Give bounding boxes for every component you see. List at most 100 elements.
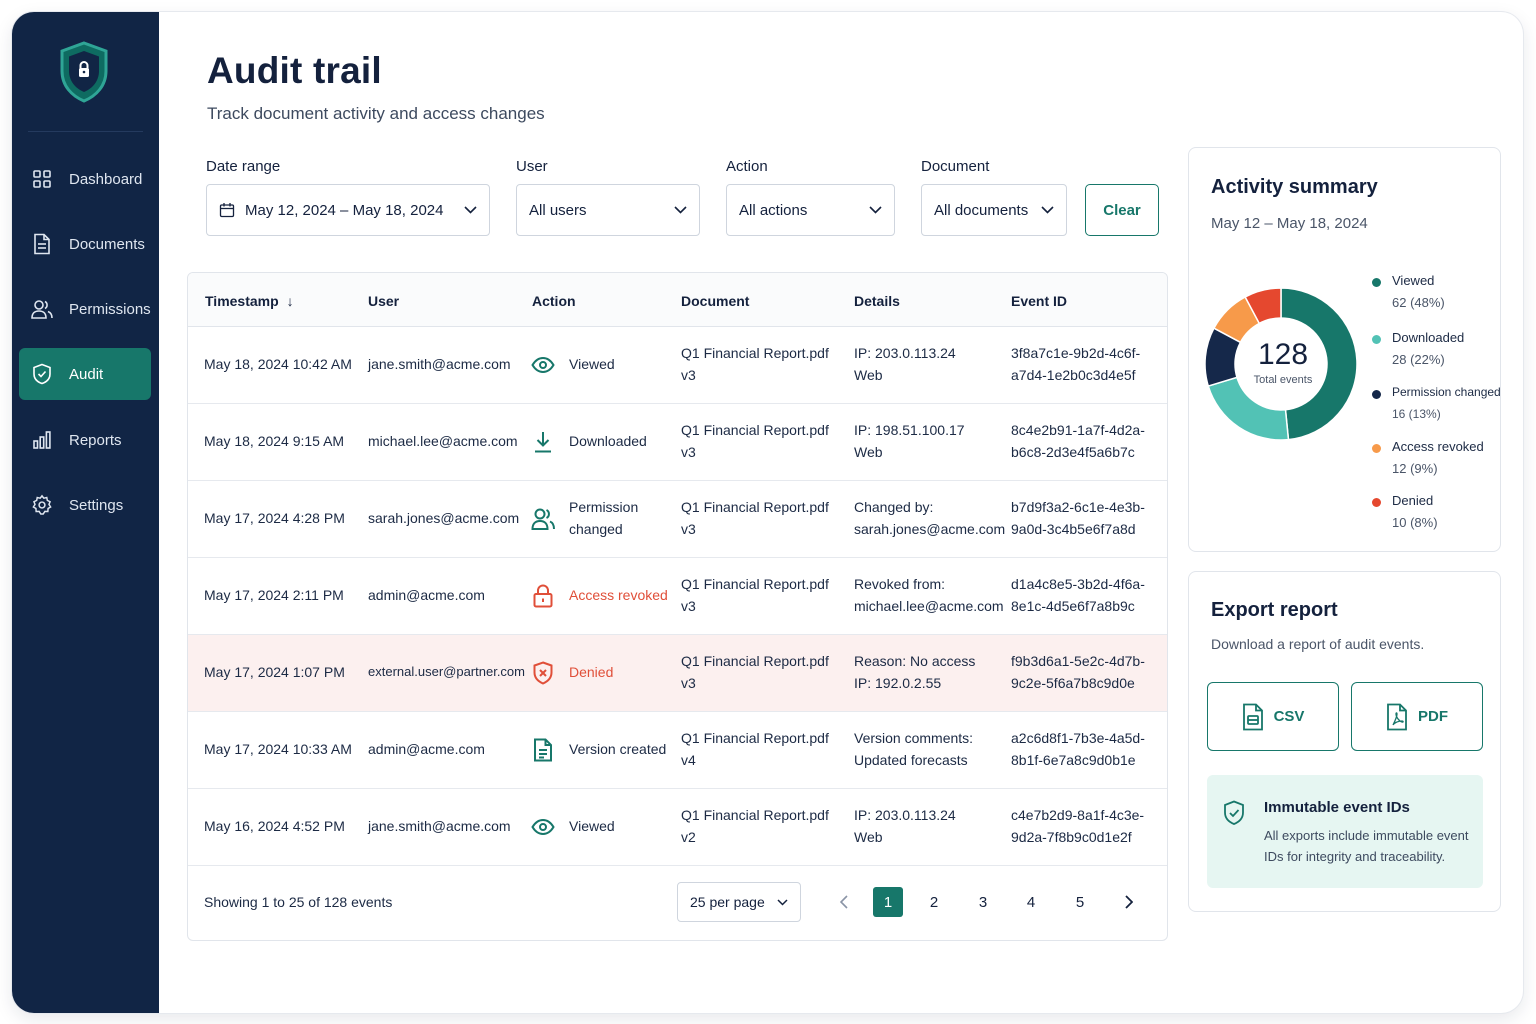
row-timestamp: May 17, 2024 10:33 AM	[204, 741, 352, 757]
users-icon	[30, 297, 54, 321]
activity-summary-date: May 12 – May 18, 2024	[1211, 215, 1368, 232]
row-event-id: f9b3d6a1-5e2c-4d7b- 9c2e-5f6a7b8c9d0e	[1011, 653, 1145, 691]
row-timestamp: May 17, 2024 4:28 PM	[204, 510, 345, 526]
row-user: admin@acme.com	[368, 741, 485, 757]
action-filter-value: All actions	[739, 201, 808, 219]
page-button-2[interactable]: 2	[919, 887, 949, 917]
date-range-label: Date range	[206, 158, 281, 175]
table-row[interactable]: May 18, 2024 9:15 AM michael.lee@acme.co…	[188, 404, 1167, 481]
row-action: Access revoked	[569, 587, 668, 603]
export-report-subtitle: Download a report of audit events.	[1211, 636, 1425, 652]
immutable-ids-info: Immutable event IDs All exports include …	[1207, 775, 1483, 888]
shield-lock-logo-icon	[56, 39, 112, 105]
chevron-down-icon	[777, 898, 788, 906]
table-header: Timestamp ↓ User Action Document Details…	[188, 273, 1167, 327]
page-button-4[interactable]: 4	[1016, 887, 1046, 917]
document-icon	[30, 232, 54, 256]
row-user: jane.smith@acme.com	[368, 356, 511, 372]
page-subtitle: Track document activity and access chang…	[207, 104, 545, 123]
page-button-1[interactable]: 1	[873, 887, 903, 917]
lock-icon	[530, 583, 556, 609]
row-document[interactable]: Q1 Financial Report.pdf v3	[681, 650, 829, 694]
donut-center: 128 Total events	[1231, 338, 1335, 386]
row-details: Revoked from: michael.lee@acme.com	[854, 576, 1004, 614]
sidebar-item-label: Permissions	[69, 300, 151, 318]
user-filter-select[interactable]: All users	[516, 184, 700, 236]
row-event-id: a2c6d8f1-7b3e-4a5d- 8b1f-6e7a8c9d0b1e	[1011, 730, 1145, 768]
prev-page-button[interactable]	[829, 887, 859, 917]
row-event-id: 3f8a7c1e-9b2d-4c6f-a7d4-1e2b0c3d4e5f	[1011, 345, 1141, 383]
pagination-summary: Showing 1 to 25 of 128 events	[204, 894, 393, 910]
chevron-down-icon	[1040, 203, 1054, 217]
sidebar-item-reports[interactable]: Reports	[19, 414, 151, 466]
sidebar-item-dashboard[interactable]: Dashboard	[19, 153, 151, 205]
chevron-right-icon	[1125, 895, 1133, 909]
table-row[interactable]: May 18, 2024 10:42 AM jane.smith@acme.co…	[188, 327, 1167, 404]
immutable-ids-text: All exports include immutable event IDs …	[1264, 828, 1469, 864]
per-page-value: 25 per page	[690, 894, 765, 910]
row-document[interactable]: Q1 Financial Report.pdf v2	[681, 804, 829, 848]
column-header-timestamp[interactable]: Timestamp ↓	[205, 293, 294, 309]
row-action: Viewed	[569, 818, 615, 834]
column-header-document[interactable]: Document	[681, 293, 749, 309]
column-header-event-id[interactable]: Event ID	[1011, 293, 1067, 309]
sidebar-item-settings[interactable]: Settings	[19, 479, 151, 531]
sidebar-item-label: Audit	[69, 365, 104, 383]
export-pdf-button[interactable]: PDF	[1351, 682, 1483, 751]
sidebar-item-documents[interactable]: Documents	[19, 218, 151, 270]
row-details: IP: 203.0.113.24 Web	[854, 807, 956, 845]
document-filter-select[interactable]: All documents	[921, 184, 1067, 236]
row-action: Denied	[569, 664, 614, 680]
users-icon	[530, 506, 556, 532]
row-document[interactable]: Q1 Financial Report.pdf v3	[681, 419, 829, 463]
export-csv-button[interactable]: CSV	[1207, 682, 1339, 751]
column-header-details[interactable]: Details	[854, 293, 900, 309]
sidebar: Dashboard Documents Permissions Audit Re…	[12, 12, 159, 1013]
sidebar-item-audit[interactable]: Audit	[19, 348, 151, 400]
table-row[interactable]: May 17, 2024 1:07 PM external.user@partn…	[188, 635, 1167, 712]
bar-chart-icon	[30, 428, 54, 452]
sidebar-item-label: Settings	[69, 496, 124, 514]
per-page-select[interactable]: 25 per page	[677, 882, 801, 922]
row-user: sarah.jones@acme.com	[368, 510, 520, 526]
row-document[interactable]: Q1 Financial Report.pdf v3	[681, 573, 829, 617]
total-events-label: Total events	[1253, 374, 1313, 386]
shield-check-icon	[1223, 800, 1245, 826]
row-timestamp: May 17, 2024 1:07 PM	[204, 664, 345, 680]
shield-check-icon	[30, 362, 54, 386]
row-document[interactable]: Q1 Financial Report.pdf v4	[681, 727, 829, 771]
date-range-picker[interactable]: May 12, 2024 – May 18, 2024	[206, 184, 490, 236]
legend-dot	[1372, 498, 1381, 507]
sidebar-item-permissions[interactable]: Permissions	[19, 283, 151, 335]
table-row[interactable]: May 17, 2024 10:33 AM admin@acme.com Ver…	[188, 712, 1167, 789]
table-row[interactable]: May 17, 2024 2:11 PM admin@acme.com Acce…	[188, 558, 1167, 635]
action-filter-select[interactable]: All actions	[726, 184, 895, 236]
row-event-id: d1a4c8e5-3b2d-4f6a- 8e1c-4d5e6f7a8b9c	[1011, 576, 1145, 614]
chevron-down-icon	[463, 203, 477, 217]
row-details: IP: 198.51.100.17 Web	[854, 422, 965, 460]
column-header-user[interactable]: User	[368, 293, 399, 309]
row-event-id: b7d9f3a2-6c1e-4e3b- 9a0d-3c4b5e6f7a8d	[1011, 499, 1145, 537]
column-header-action[interactable]: Action	[532, 293, 576, 309]
row-timestamp: May 18, 2024 10:42 AM	[204, 356, 352, 372]
chevron-down-icon	[868, 203, 882, 217]
page-button-5[interactable]: 5	[1065, 887, 1095, 917]
clear-filters-button[interactable]: Clear	[1085, 184, 1159, 236]
eye-icon	[530, 352, 556, 378]
table-row[interactable]: May 16, 2024 4:52 PM jane.smith@acme.com…	[188, 789, 1167, 866]
row-document[interactable]: Q1 Financial Report.pdf v3	[681, 496, 829, 540]
row-action: Permission changed	[569, 499, 639, 537]
page-button-3[interactable]: 3	[968, 887, 998, 917]
next-page-button[interactable]	[1114, 887, 1144, 917]
sidebar-item-label: Reports	[69, 431, 122, 449]
sidebar-item-label: Dashboard	[69, 170, 143, 188]
row-user: michael.lee@acme.com	[368, 433, 518, 449]
row-document[interactable]: Q1 Financial Report.pdf v3	[681, 342, 829, 386]
user-filter-label: User	[516, 158, 548, 175]
file-text-icon	[530, 737, 556, 763]
date-range-value: May 12, 2024 – May 18, 2024	[245, 201, 444, 219]
grid-icon	[30, 167, 54, 191]
row-event-id: c4e7b2d9-8a1f-4c3e- 9d2a-7f8b9c0d1e2f	[1011, 807, 1145, 845]
table-row[interactable]: May 17, 2024 4:28 PM sarah.jones@acme.co…	[188, 481, 1167, 558]
row-user: admin@acme.com	[368, 587, 485, 603]
